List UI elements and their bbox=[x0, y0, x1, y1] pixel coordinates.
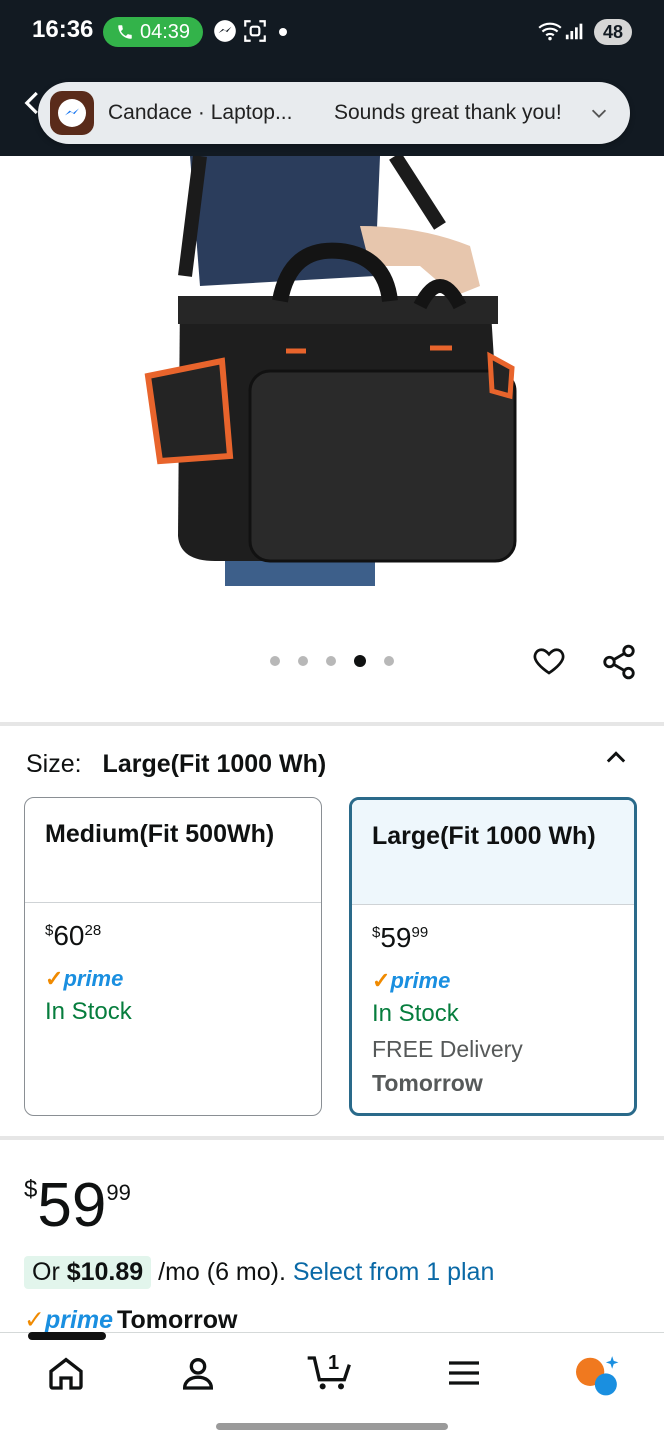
carousel-dot[interactable] bbox=[298, 656, 308, 666]
size-option-price: $6028 bbox=[45, 920, 102, 951]
installment-amount: Or $10.89 bbox=[24, 1256, 152, 1289]
size-selector-header[interactable]: Size: Large(Fit 1000 Wh) bbox=[26, 750, 326, 779]
chevron-up-icon[interactable] bbox=[602, 744, 630, 772]
status-time: 16:36 bbox=[32, 16, 94, 43]
carousel-dot[interactable] bbox=[384, 656, 394, 666]
share-icon[interactable] bbox=[600, 643, 638, 681]
section-divider bbox=[0, 1136, 664, 1140]
messenger-icon bbox=[50, 91, 94, 135]
product-image[interactable] bbox=[0, 152, 664, 626]
notification-title: Candace · Laptop... bbox=[108, 101, 293, 124]
signal-icon bbox=[565, 23, 583, 40]
carousel-dot[interactable] bbox=[326, 656, 336, 666]
carousel-dot[interactable] bbox=[270, 656, 280, 666]
size-label: Size: bbox=[26, 750, 82, 778]
prime-badge: ✓prime bbox=[372, 968, 451, 993]
installment-plan: Or $10.89 /mo (6 mo). Select from 1 plan bbox=[24, 1256, 494, 1289]
carousel-dot-active[interactable] bbox=[354, 655, 366, 667]
selected-size: Large(Fit 1000 Wh) bbox=[102, 750, 327, 778]
size-option-title: Large(Fit 1000 Wh) bbox=[372, 822, 596, 850]
main-price: $5999 bbox=[24, 1171, 131, 1240]
prime-check-icon: ✓ bbox=[372, 968, 391, 993]
account-icon[interactable] bbox=[178, 1353, 218, 1393]
chevron-down-icon[interactable] bbox=[588, 102, 610, 124]
notification-message: Sounds great thank you! bbox=[334, 101, 562, 124]
delivery-line: FREE Delivery bbox=[372, 1036, 523, 1062]
section-divider bbox=[0, 722, 664, 726]
size-option-header: Large(Fit 1000 Wh) bbox=[352, 800, 634, 905]
call-duration: 04:39 bbox=[139, 20, 191, 43]
heart-icon[interactable] bbox=[530, 643, 568, 679]
size-option-medium[interactable]: Medium(Fit 500Wh) $6028 ✓prime In Stock bbox=[24, 797, 322, 1116]
phone-icon bbox=[118, 25, 132, 39]
home-gesture-bar[interactable] bbox=[216, 1423, 448, 1430]
status-bar: 16:36 04:39 48 bbox=[0, 0, 664, 70]
messenger-status-icon bbox=[214, 20, 236, 42]
size-option-large[interactable]: Large(Fit 1000 Wh) $5999 ✓prime In Stock… bbox=[349, 797, 637, 1116]
size-option-header: Medium(Fit 500Wh) bbox=[25, 798, 321, 903]
installment-terms: /mo (6 mo). bbox=[151, 1258, 293, 1286]
stock-status: In Stock bbox=[45, 998, 132, 1025]
prime-delivery: ✓prime Tomorrow bbox=[24, 1306, 238, 1334]
screen: 16:36 04:39 48 Candace · Laptop... Sound… bbox=[0, 0, 664, 1440]
notification-dot bbox=[279, 28, 287, 36]
battery-indicator: 48 bbox=[594, 19, 632, 45]
ongoing-call-pill[interactable]: 04:39 bbox=[103, 17, 203, 47]
wifi-icon bbox=[538, 22, 562, 41]
screenshot-icon bbox=[244, 20, 266, 42]
size-option-title: Medium(Fit 500Wh) bbox=[45, 820, 275, 848]
select-plan-link[interactable]: Select from 1 plan bbox=[293, 1258, 495, 1286]
notification-banner[interactable]: Candace · Laptop... Sounds great thank y… bbox=[38, 82, 630, 144]
prime-badge: ✓prime bbox=[45, 966, 124, 991]
home-icon[interactable] bbox=[46, 1353, 86, 1393]
size-option-price: $5999 bbox=[372, 922, 429, 953]
scroll-indicator bbox=[28, 1332, 106, 1340]
messenger-bolt-icon bbox=[65, 108, 79, 116]
prime-check-icon: ✓ bbox=[24, 1306, 45, 1334]
image-carousel-dots[interactable] bbox=[270, 655, 394, 667]
tool-bag-illustration bbox=[144, 152, 517, 586]
rufus-assistant-icon[interactable] bbox=[574, 1353, 622, 1397]
prime-check-icon: ✓ bbox=[45, 966, 64, 991]
delivery-day: Tomorrow bbox=[372, 1070, 483, 1096]
menu-icon[interactable] bbox=[444, 1353, 484, 1393]
stock-status: In Stock bbox=[372, 1000, 459, 1027]
cart-count: 1 bbox=[328, 1352, 340, 1374]
